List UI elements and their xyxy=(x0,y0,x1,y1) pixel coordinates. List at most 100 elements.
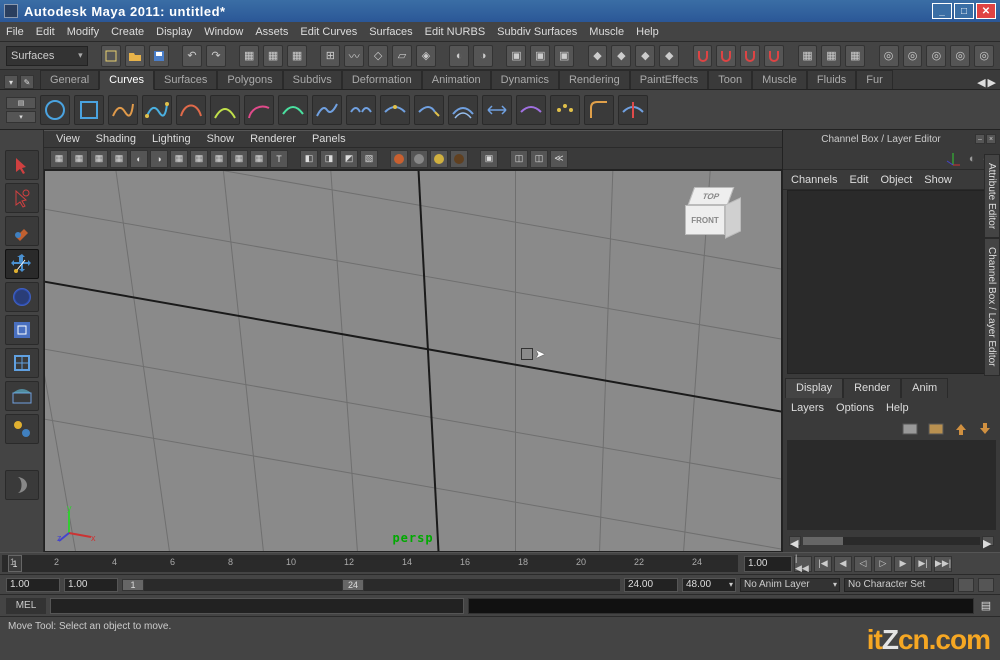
shelf-tab-curves[interactable]: Curves xyxy=(99,70,154,90)
three-point-arc-icon[interactable] xyxy=(278,95,308,125)
shelf-tab-animation[interactable]: Animation xyxy=(422,70,491,89)
layer-tab-display[interactable]: Display xyxy=(785,378,843,398)
panel-tb-15-icon[interactable]: ◩ xyxy=(340,150,358,168)
script-editor-button[interactable]: ▤ xyxy=(978,598,994,614)
shelf-tab-painteffects[interactable]: PaintEffects xyxy=(630,70,709,89)
panel-tb-9-icon[interactable]: ▦ xyxy=(210,150,228,168)
layer-menu-help[interactable]: Help xyxy=(886,402,909,414)
layer-scroll-right-icon[interactable]: ▶ xyxy=(982,536,994,546)
panel-menu-panels[interactable]: Panels xyxy=(312,133,346,145)
panel-menu-view[interactable]: View xyxy=(56,133,80,145)
panel-tb-13-icon[interactable]: ◧ xyxy=(300,150,318,168)
step-back-key-button[interactable]: |◀ xyxy=(814,556,832,572)
bezier-curve-icon[interactable] xyxy=(176,95,206,125)
shelf-tab-muscle[interactable]: Muscle xyxy=(752,70,807,89)
close-button[interactable]: ✕ xyxy=(976,3,996,19)
misc-5-button[interactable]: ◎ xyxy=(974,45,994,67)
paint-select-tool[interactable] xyxy=(5,216,39,246)
xform-1-button[interactable]: ◆ xyxy=(588,45,608,67)
channel-menu-show[interactable]: Show xyxy=(924,174,952,186)
panel-menu-show[interactable]: Show xyxy=(207,133,235,145)
magnet-1-button[interactable] xyxy=(693,45,713,67)
rotate-tool[interactable] xyxy=(5,282,39,312)
nurbs-square-icon[interactable] xyxy=(74,95,104,125)
menu-edit-curves[interactable]: Edit Curves xyxy=(300,26,357,38)
shelf-tab-subdivs[interactable]: Subdivs xyxy=(283,70,342,89)
layer-list[interactable] xyxy=(787,440,996,530)
select-tool[interactable] xyxy=(5,150,39,180)
panel-tb-xray-icon[interactable]: ◫ xyxy=(530,150,548,168)
attach-curves-icon[interactable] xyxy=(312,95,342,125)
menu-muscle[interactable]: Muscle xyxy=(589,26,624,38)
range-start-outer[interactable]: 1.00 xyxy=(6,578,60,592)
render-button[interactable]: ▣ xyxy=(506,45,526,67)
select-mask-button[interactable]: ▦ xyxy=(263,45,283,67)
scale-tool[interactable] xyxy=(5,315,39,345)
panel-tb-4-icon[interactable]: ▦ xyxy=(110,150,128,168)
magnet-3-button[interactable] xyxy=(740,45,760,67)
menu-edit-nurbs[interactable]: Edit NURBS xyxy=(425,26,486,38)
redo-button[interactable]: ↷ xyxy=(206,45,226,67)
time-slider-track[interactable]: 1 1 2 4 6 8 10 12 14 16 18 20 22 24 xyxy=(2,555,738,572)
range-end-outer[interactable]: 48.00 xyxy=(682,578,736,592)
snap-curve-button[interactable]: 〰 xyxy=(344,45,364,67)
anim-layer-select[interactable]: No Anim Layer xyxy=(740,578,840,592)
lasso-tool[interactable] xyxy=(5,183,39,213)
last-tool[interactable] xyxy=(5,470,39,500)
panel-light-1-icon[interactable] xyxy=(390,150,408,168)
cv-curve-icon[interactable] xyxy=(142,95,172,125)
panel-tb-5-icon[interactable]: ◐ xyxy=(130,150,148,168)
soft-mod-tool[interactable] xyxy=(5,381,39,411)
snap-grid-button[interactable]: ⊞ xyxy=(320,45,340,67)
layout-3-button[interactable]: ▦ xyxy=(845,45,865,67)
side-tab-channel-box[interactable]: Channel Box / Layer Editor xyxy=(984,238,1000,376)
layer-move-down-icon[interactable] xyxy=(978,422,992,436)
anim-prefs-button[interactable] xyxy=(978,578,994,592)
range-handle-left[interactable]: 1 xyxy=(122,579,144,591)
shelf-dropdown-icon[interactable]: ▾ xyxy=(6,111,36,123)
channel-menu-channels[interactable]: Channels xyxy=(791,174,837,186)
panel-tb-8-icon[interactable]: ▦ xyxy=(190,150,208,168)
view-cube[interactable]: TOP FRONT xyxy=(685,187,745,239)
menu-help[interactable]: Help xyxy=(636,26,659,38)
maximize-button[interactable]: □ xyxy=(954,3,974,19)
channel-sync-icon[interactable]: ◐ xyxy=(969,153,976,165)
open-scene-button[interactable] xyxy=(125,45,145,67)
xform-3-button[interactable]: ◆ xyxy=(635,45,655,67)
history-off-button[interactable]: ◑ xyxy=(473,45,493,67)
layer-tab-render[interactable]: Render xyxy=(843,378,901,398)
layer-new-selected-icon[interactable] xyxy=(928,423,944,435)
shelf-tab-deformation[interactable]: Deformation xyxy=(342,70,422,89)
menu-create[interactable]: Create xyxy=(111,26,144,38)
panel-menu-renderer[interactable]: Renderer xyxy=(250,133,296,145)
select-by-type-button[interactable]: ▦ xyxy=(239,45,259,67)
menu-surfaces[interactable]: Surfaces xyxy=(369,26,412,38)
shelf-tab-fur[interactable]: Fur xyxy=(856,70,893,89)
snap-point-button[interactable]: ◇ xyxy=(368,45,388,67)
shelf-menu-icon[interactable]: ▾ xyxy=(4,75,18,89)
play-forward-button[interactable]: ▷ xyxy=(874,556,892,572)
layer-tab-anim[interactable]: Anim xyxy=(901,378,948,398)
channel-menu-edit[interactable]: Edit xyxy=(849,174,868,186)
layout-1-button[interactable]: ▦ xyxy=(798,45,818,67)
panel-tb-11-icon[interactable]: ▦ xyxy=(250,150,268,168)
autokey-toggle[interactable] xyxy=(958,578,974,592)
shelf-edit-icon[interactable]: ✎ xyxy=(20,75,34,89)
offset-curve-icon[interactable] xyxy=(448,95,478,125)
universal-manip-tool[interactable] xyxy=(5,348,39,378)
menu-display[interactable]: Display xyxy=(156,26,192,38)
magnet-4-button[interactable] xyxy=(764,45,784,67)
panel-menu-shading[interactable]: Shading xyxy=(96,133,136,145)
shelf-tab-fluids[interactable]: Fluids xyxy=(807,70,856,89)
channel-list[interactable] xyxy=(787,190,996,374)
panel-tb-1-icon[interactable]: ▦ xyxy=(50,150,68,168)
curve-fillet-icon[interactable] xyxy=(584,95,614,125)
rebuild-curve-icon[interactable] xyxy=(516,95,546,125)
extend-curve-icon[interactable] xyxy=(414,95,444,125)
character-set-select[interactable]: No Character Set xyxy=(844,578,954,592)
go-end-button[interactable]: ▶▶| xyxy=(934,556,952,572)
shelf-tab-general[interactable]: General xyxy=(40,70,99,89)
ipr-render-button[interactable]: ▣ xyxy=(530,45,550,67)
panel-menu-lighting[interactable]: Lighting xyxy=(152,133,191,145)
side-tab-attribute-editor[interactable]: Attribute Editor xyxy=(984,154,1000,238)
